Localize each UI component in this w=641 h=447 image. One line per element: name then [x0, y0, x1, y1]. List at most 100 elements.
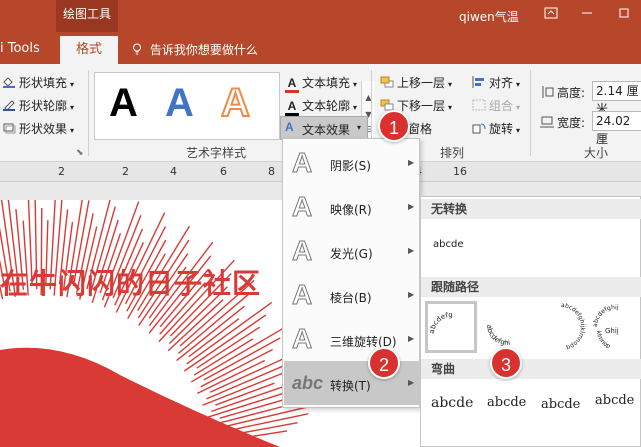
warp-option-arch[interactable]: abcde	[595, 393, 634, 408]
rotate-button[interactable]: 旋转 ▾	[472, 120, 520, 137]
text-effects-icon: A	[285, 120, 294, 134]
shape-fill-button[interactable]: 形状填充 ▾	[2, 74, 74, 91]
pen-icon	[2, 99, 16, 111]
group-icon	[472, 99, 486, 111]
dropdown-arrow-icon: ▾	[70, 103, 75, 112]
group-separator	[530, 70, 531, 156]
dialog-launcher-icon[interactable]: ⬊	[76, 148, 84, 158]
tabs-row: i Tools 格式 告诉我你想要做什么	[0, 32, 641, 64]
group-separator	[88, 70, 89, 156]
warp-button[interactable]: abcdefghij Ghij klmnop	[589, 301, 641, 353]
shape-effect-icon	[2, 122, 16, 134]
rotate-label: 旋转	[489, 122, 514, 136]
align-icon	[472, 76, 486, 88]
menu-item-label: 映像(R)	[330, 203, 372, 217]
width-icon	[540, 116, 554, 128]
menu-item-label: 棱台(B)	[330, 291, 372, 305]
transform-icon: abc	[292, 373, 324, 393]
tell-me-search[interactable]: 告诉我你想要做什么	[132, 41, 258, 58]
wordart-sample-orange[interactable]: A	[220, 80, 251, 126]
callout-badge: 2	[368, 347, 400, 379]
shape-effects-label: 形状效果	[19, 122, 68, 136]
wordart-sample-black[interactable]: A	[109, 81, 138, 126]
shape-fill-label: 形状填充	[19, 76, 68, 90]
menu-item-3d-rotation[interactable]: A 三维旋转(D) ▶	[284, 317, 420, 361]
text-effects-button[interactable]: A 文本效果 ▾	[280, 116, 368, 140]
wordart-group-label: 艺术字样式	[186, 146, 247, 160]
callout-badge: 3	[490, 347, 522, 379]
bring-forward-button[interactable]: 上移一层 ▾	[380, 74, 452, 91]
warp-header: 弯曲	[421, 359, 641, 379]
menu-item-glow[interactable]: A 发光(G) ▶	[284, 229, 420, 273]
text-fill-icon: A	[285, 76, 299, 93]
3d-rotation-icon: A	[291, 323, 313, 355]
warp-option-bend[interactable]: abcde	[541, 397, 580, 412]
wordart-style-gallery[interactable]: A A A ▲ ▼ ☰	[94, 72, 375, 149]
shadow-icon: A	[291, 147, 313, 179]
menu-item-bevel[interactable]: A 棱台(B) ▶	[284, 273, 420, 317]
menu-item-reflection[interactable]: A 映像(R) ▶	[284, 185, 420, 229]
sunburst-ray	[219, 396, 292, 419]
width-input[interactable]: 24.02 厘	[592, 111, 641, 146]
text-outline-label: 文本轮廓	[302, 99, 351, 113]
shape-outline-label: 形状轮廓	[19, 99, 68, 113]
ribbon-display-icon[interactable]	[543, 6, 559, 22]
tab-format[interactable]: 格式	[60, 36, 118, 64]
svg-text:abcdefghijklmnopq: abcdefghijklmnopq	[561, 302, 586, 351]
menu-item-shadow[interactable]: A 阴影(S) ▶	[284, 141, 420, 185]
transform-submenu: 无转换 abcde 跟随路径 abcdefg abcdefghi abcdefg…	[420, 196, 641, 447]
warp-option-wave[interactable]: abcde	[487, 395, 526, 410]
lightbulb-icon	[132, 43, 150, 57]
no-transform-option[interactable]: abcde	[433, 239, 463, 250]
menu-item-label: 转换(T)	[330, 379, 371, 393]
bring-forward-label: 上移一层	[397, 76, 446, 90]
shape-effects-button[interactable]: 形状效果 ▾	[2, 120, 74, 137]
user-name[interactable]: qiwen气温	[459, 8, 519, 25]
group-button[interactable]: 组合 ▾	[472, 97, 520, 114]
dropdown-arrow-icon: ▾	[516, 80, 521, 89]
context-tool-label: 绘图工具	[56, 0, 118, 32]
height-input[interactable]: 2.14 厘米	[592, 81, 641, 116]
dropdown-arrow-icon: ▾	[353, 80, 358, 89]
bevel-icon: A	[291, 279, 313, 311]
reflection-icon: A	[291, 191, 313, 223]
svg-text:abcdefg: abcdefg	[428, 311, 453, 334]
minimize-icon[interactable]	[579, 6, 595, 22]
text-fill-label: 文本填充	[302, 76, 351, 90]
text-outline-button[interactable]: A 文本轮廓 ▾	[285, 97, 357, 116]
dropdown-arrow-icon: ▾	[448, 80, 453, 89]
submenu-arrow-icon: ▶	[408, 202, 415, 211]
text-effects-label: 文本效果	[302, 123, 351, 137]
slide-title-text[interactable]: 在牛闪闪的日子社区	[0, 262, 261, 302]
dropdown-arrow-icon: ▾	[70, 80, 75, 89]
tab-drawing-tools[interactable]: i Tools	[0, 41, 40, 56]
ruler-tick: 6	[220, 165, 227, 178]
shape-outline-button[interactable]: 形状轮廓 ▾	[2, 97, 74, 114]
text-fill-button[interactable]: A 文本填充 ▾	[285, 74, 357, 93]
callout-badge: 1	[378, 110, 410, 142]
ruler-tick: 2	[122, 165, 129, 178]
bring-forward-icon	[380, 76, 394, 88]
wordart-sample-blue[interactable]: A	[165, 81, 194, 126]
svg-text:abcdefghi: abcdefghi	[485, 324, 511, 347]
warp-arch-up[interactable]: abcdefg	[425, 301, 477, 353]
glow-icon: A	[291, 235, 313, 267]
ruler-tick: 4	[170, 165, 177, 178]
menu-item-transform[interactable]: abc 转换(T) ▶	[284, 361, 420, 405]
group-label: 组合	[489, 99, 514, 113]
maximize-icon[interactable]	[616, 6, 632, 22]
align-button[interactable]: 对齐 ▾	[472, 74, 520, 91]
submenu-arrow-icon: ▶	[408, 290, 415, 299]
ruler-tick: 16	[453, 165, 467, 178]
no-transform-header: 无转换	[421, 199, 641, 219]
dropdown-arrow-icon: ▾	[516, 103, 521, 112]
scroll-up-icon[interactable]: ▲	[362, 93, 375, 102]
warp-circle[interactable]: abcdefghijklmnopq	[535, 301, 587, 353]
follow-path-header: 跟随路径	[421, 277, 641, 297]
submenu-arrow-icon: ▶	[408, 334, 415, 343]
height-label-text: 高度:	[557, 86, 586, 100]
dropdown-arrow-icon: ▾	[70, 126, 75, 135]
tell-me-label: 告诉我你想要做什么	[149, 43, 258, 57]
warp-option-plain[interactable]: abcde	[431, 395, 473, 411]
submenu-arrow-icon: ▶	[408, 158, 415, 167]
